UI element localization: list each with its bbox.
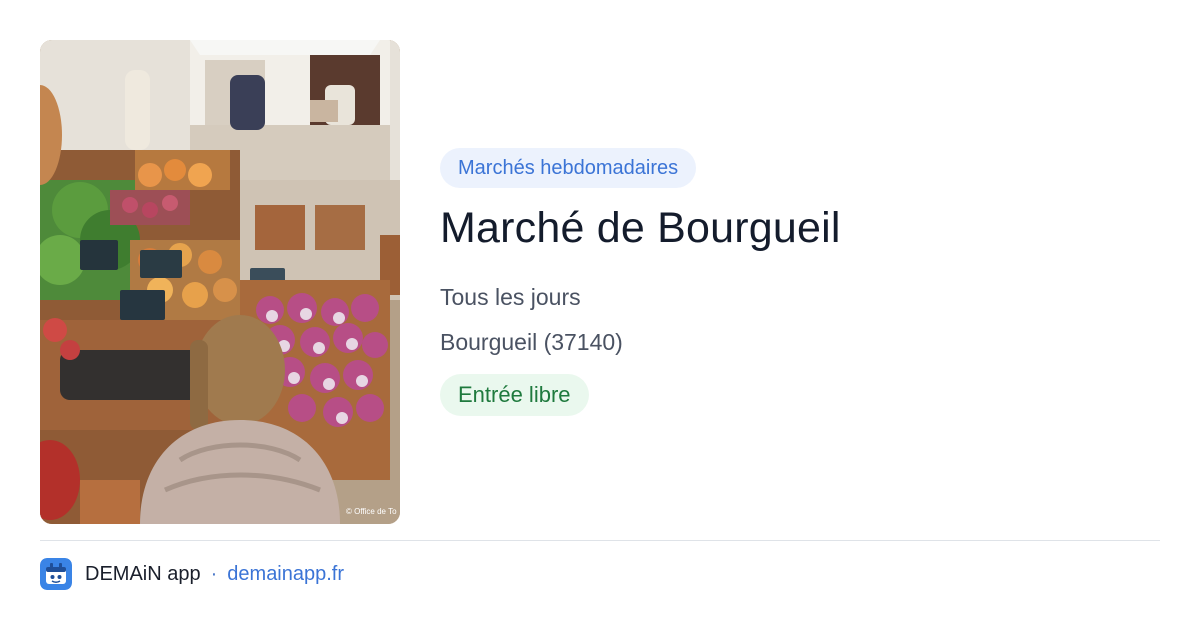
event-title: Marché de Bourgueil: [440, 204, 841, 252]
site-link[interactable]: demainapp.fr: [227, 563, 344, 586]
event-photo: © Office de To: [40, 40, 400, 524]
category-badge[interactable]: Marchés hebdomadaires: [440, 148, 697, 188]
footer-separator: ·: [210, 562, 218, 585]
app-name: DEMAiN app: [85, 562, 201, 585]
price-badge: Entrée libre: [440, 374, 589, 416]
footer-divider: [40, 540, 1160, 541]
footer: DEMAiN app · demainapp.fr: [40, 558, 344, 590]
event-location: Bourgueil (37140): [440, 329, 623, 355]
photo-caption: © Office de To: [346, 507, 397, 516]
event-schedule: Tous les jours: [440, 284, 581, 310]
demain-logo-icon: [40, 558, 72, 590]
